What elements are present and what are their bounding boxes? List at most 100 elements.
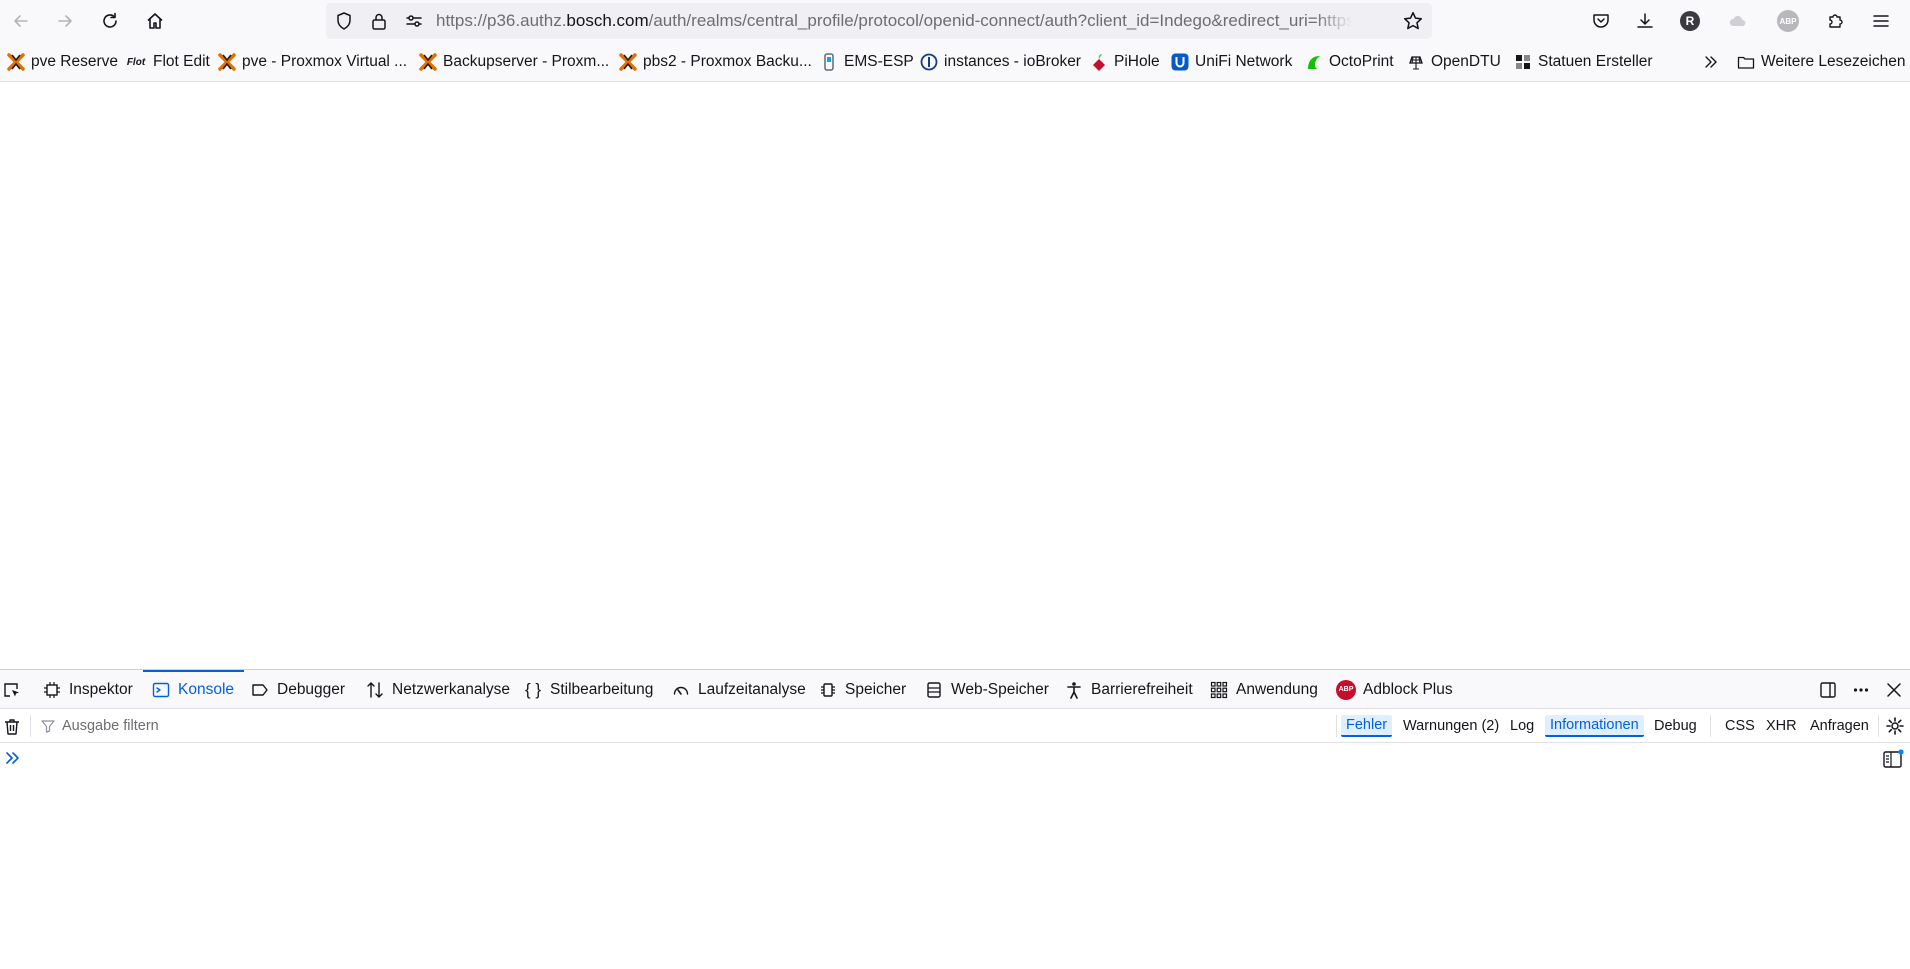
level-warnings-toggle[interactable]: Warnungen (2) (1398, 715, 1504, 737)
devtools-close-button[interactable] (1883, 679, 1905, 701)
tab-storage[interactable]: Web-Speicher (924, 670, 1049, 709)
tab-style-editor[interactable]: { } Stilbearbeitung (523, 670, 653, 709)
star-icon (1403, 11, 1423, 30)
bookmark-label: Flot Edit (153, 53, 210, 70)
level-log-toggle[interactable]: Log (1505, 715, 1539, 737)
level-info-toggle[interactable]: Informationen (1545, 715, 1644, 737)
devtools-tab-bar: Inspektor Konsole Debugger Netzwerkanaly… (0, 670, 1910, 709)
url-bar[interactable]: https://p36.authz.bosch.com/auth/realms/… (326, 3, 1432, 39)
bookmark-flot-edit[interactable]: Flot Flot Edit (125, 42, 210, 82)
bookmark-pihole[interactable]: PiHole (1090, 42, 1160, 82)
bookmark-backupserver[interactable]: Backupserver - Proxm... (419, 42, 609, 82)
bookmark-iobroker[interactable]: instances - ioBroker (920, 42, 1081, 82)
bookmark-pbs2[interactable]: pbs2 - Proxmox Backu... (619, 42, 812, 82)
bookmark-octoprint[interactable]: OctoPrint (1305, 42, 1394, 82)
iobroker-icon (920, 53, 938, 71)
profile-button[interactable]: R (1676, 7, 1704, 35)
tab-label: Speicher (845, 680, 907, 698)
element-picker-button[interactable] (1, 679, 23, 701)
bookmark-statuen-ersteller[interactable]: Statuen Ersteller (1514, 42, 1653, 82)
bookmark-label: UniFi Network (1195, 53, 1293, 70)
forward-button[interactable] (51, 7, 79, 35)
bookmark-label: instances - ioBroker (944, 53, 1081, 70)
tab-label: Laufzeitanalyse (698, 680, 806, 698)
console-input-line[interactable] (0, 743, 1910, 773)
tab-label: Netzwerkanalyse (392, 680, 511, 698)
navigation-toolbar: https://p36.authz.bosch.com/auth/realms/… (0, 0, 1910, 42)
adblock-toolbar-button[interactable]: ABP (1774, 7, 1802, 35)
tab-label: Adblock Plus (1363, 680, 1453, 698)
tab-accessibility[interactable]: Barrierefreiheit (1064, 670, 1193, 709)
bookmark-opendtu[interactable]: OpenDTU (1407, 42, 1501, 82)
url-fade (1316, 3, 1352, 39)
proxmox-icon (218, 53, 236, 71)
level-debug-toggle[interactable]: Debug (1649, 715, 1702, 737)
other-bookmarks-folder[interactable]: Weitere Lesezeichen (1737, 42, 1905, 82)
tab-performance[interactable]: Laufzeitanalyse (671, 670, 806, 709)
url-text[interactable]: https://p36.authz.bosch.com/auth/realms/… (436, 3, 1352, 39)
proxmox-icon (619, 53, 637, 71)
console-filter-bar: Ausgabe filtern Fehler Warnungen (2) Log… (0, 709, 1910, 743)
tab-console[interactable]: Konsole (143, 670, 245, 709)
devtools-more-button[interactable] (1850, 679, 1872, 701)
home-button[interactable] (141, 7, 169, 35)
lock-icon[interactable] (369, 11, 389, 31)
url-path: /auth/realms/central_profile/protocol/op… (648, 11, 1352, 30)
storage-icon (924, 680, 944, 700)
more-horizontal-icon (1853, 688, 1869, 692)
tab-memory[interactable]: Speicher (818, 670, 906, 709)
chevron-double-right-icon (6, 752, 19, 764)
separator (1710, 715, 1711, 737)
tab-adblock-plus[interactable]: ABP Adblock Plus (1336, 670, 1453, 709)
gear-icon (1886, 717, 1904, 735)
devtools-panel: Inspektor Konsole Debugger Netzwerkanaly… (0, 669, 1910, 969)
bookmark-pve-proxmox[interactable]: pve - Proxmox Virtual ... (218, 42, 407, 82)
bookmark-pve-reserve[interactable]: pve Reserve (7, 42, 118, 82)
url-prefix: https://p36.authz. (436, 11, 567, 30)
tab-label: Barrierefreiheit (1091, 680, 1193, 698)
bookmarks-toolbar: pve Reserve Flot Flot Edit pve - Proxmox… (0, 42, 1910, 82)
filter-icon (41, 720, 55, 733)
proxmox-icon (419, 53, 437, 71)
separator (1878, 715, 1879, 737)
bookmark-star-button[interactable] (1402, 10, 1424, 32)
reload-button[interactable] (96, 7, 124, 35)
bookmark-label: PiHole (1114, 53, 1160, 70)
pocket-button[interactable] (1587, 7, 1615, 35)
performance-icon (671, 680, 691, 700)
dock-toggle-button[interactable] (1817, 679, 1839, 701)
permissions-icon[interactable] (404, 11, 424, 31)
page-viewport[interactable] (0, 83, 1910, 669)
downloads-button[interactable] (1631, 7, 1659, 35)
type-requests-toggle[interactable]: Anfragen (1805, 715, 1874, 737)
trash-icon[interactable] (2, 717, 22, 737)
app-menu-button[interactable] (1867, 7, 1895, 35)
unifi-icon (1171, 53, 1189, 71)
level-errors-toggle[interactable]: Fehler (1341, 715, 1393, 737)
bookmark-label: pve Reserve (31, 53, 119, 70)
tab-label: Inspektor (69, 680, 133, 698)
console-filter-input[interactable]: Ausgabe filtern (40, 713, 1320, 739)
sidebar-toggle-icon[interactable] (1882, 748, 1904, 770)
tab-debugger[interactable]: Debugger (250, 670, 345, 709)
hamburger-icon (1873, 15, 1889, 27)
tab-application[interactable]: Anwendung (1209, 670, 1318, 709)
extensions-button[interactable] (1822, 7, 1850, 35)
bookmarks-overflow-button[interactable] (1702, 42, 1720, 82)
bookmark-label: OctoPrint (1329, 53, 1394, 70)
type-css-toggle[interactable]: CSS (1720, 715, 1760, 737)
extension-button-gray[interactable] (1724, 7, 1752, 35)
puzzle-icon (1829, 14, 1843, 28)
type-xhr-toggle[interactable]: XHR (1761, 715, 1802, 737)
back-button[interactable] (7, 7, 35, 35)
bookmark-ems-esp[interactable]: EMS-ESP (820, 42, 914, 82)
arrow-right-icon (58, 15, 72, 27)
console-settings-button[interactable] (1884, 715, 1906, 737)
download-icon (1637, 13, 1653, 28)
ems-esp-icon (820, 53, 838, 71)
bookmark-unifi[interactable]: UniFi Network (1171, 42, 1292, 82)
home-icon (147, 13, 163, 29)
tab-network[interactable]: Netzwerkanalyse (365, 670, 510, 709)
tab-inspector[interactable]: Inspektor (42, 670, 133, 709)
shield-icon[interactable] (334, 11, 354, 31)
